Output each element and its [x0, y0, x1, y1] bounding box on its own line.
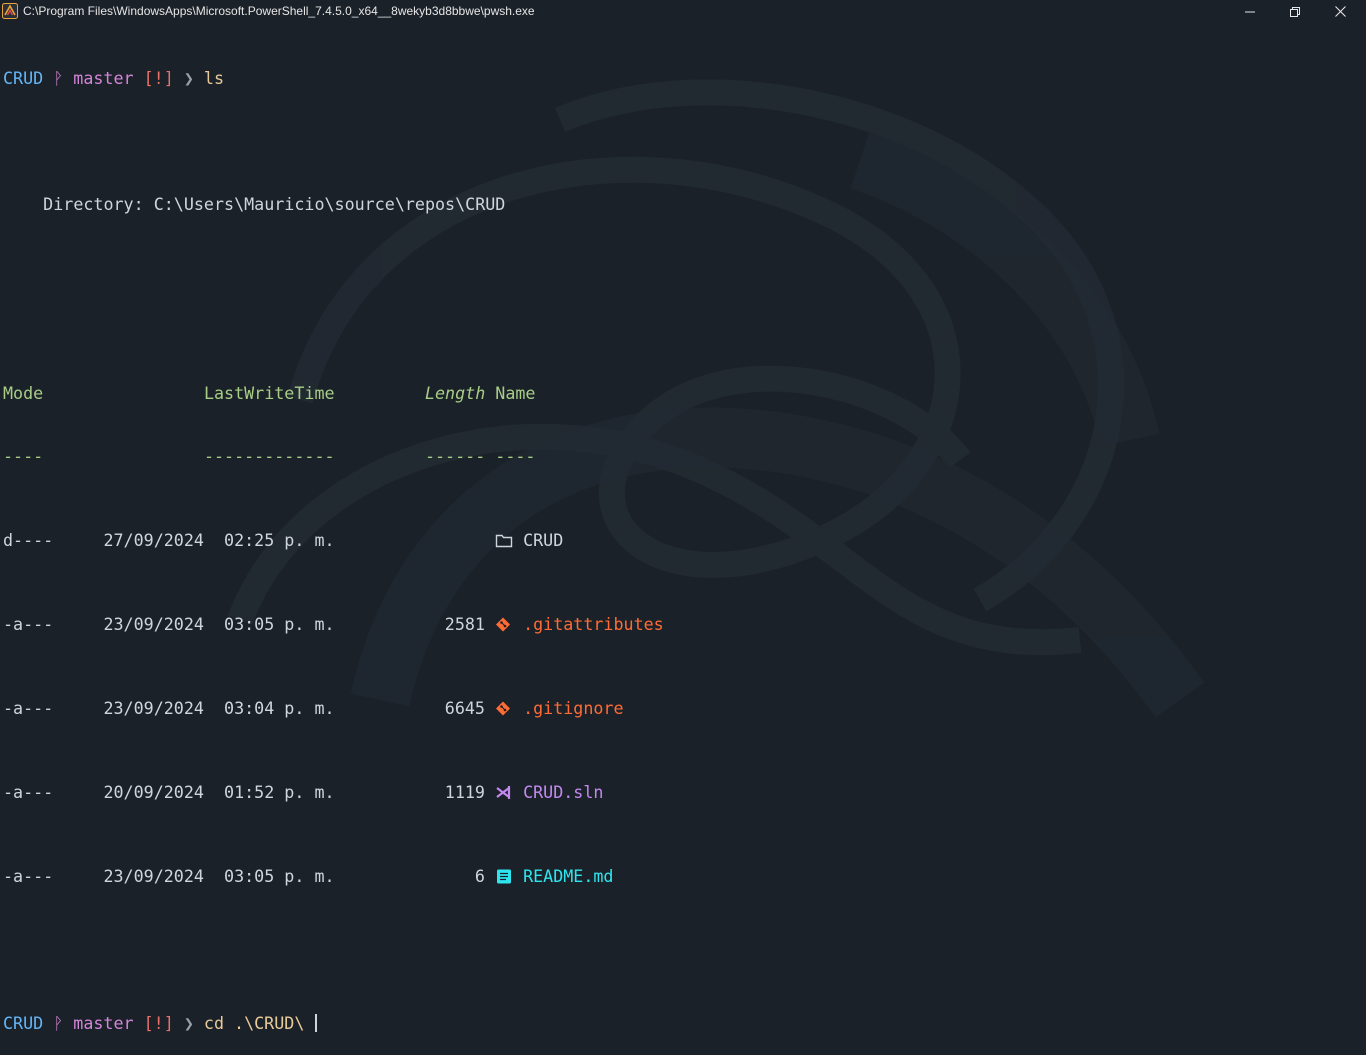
prompt-line[interactable]: CRUD ᚹ master [!] ❯ cd .\CRUD\ — [3, 1013, 664, 1034]
listing-row: -a--- 20/09/2024 01:52 p. m. 1119 CRUD.s… — [3, 782, 604, 802]
prompt-folder: CRUD — [3, 1013, 44, 1033]
command-text: ls — [203, 68, 224, 88]
file-name: CRUD.sln — [523, 782, 604, 802]
header-name: Name — [495, 383, 536, 403]
window-title: C:\Program Files\WindowsApps\Microsoft.P… — [23, 4, 535, 18]
readme-icon — [497, 869, 512, 884]
file-name: .gitignore — [523, 698, 624, 718]
text-cursor — [315, 1014, 318, 1032]
directory-label: Directory: — [3, 194, 154, 214]
git-branch-icon: ᚹ — [53, 1013, 64, 1033]
minimize-icon — [1244, 11, 1255, 12]
listing-row: -a--- 23/09/2024 03:05 p. m. 2581 .gitat… — [3, 614, 664, 634]
listing-header: Mode LastWriteTime Length Name — [3, 383, 664, 404]
prompt-arrow: ❯ — [183, 68, 194, 88]
git-icon — [496, 701, 511, 716]
header-length: Length — [424, 383, 486, 403]
minimize-button[interactable] — [1227, 0, 1272, 23]
close-button[interactable] — [1318, 0, 1363, 23]
maximize-button[interactable] — [1272, 0, 1317, 23]
prompt-branch: master — [73, 68, 134, 88]
powershell-icon — [2, 3, 18, 19]
file-name: CRUD — [523, 530, 564, 550]
close-icon — [1335, 6, 1346, 17]
prompt-folder: CRUD — [3, 68, 44, 88]
file-name: README.md — [523, 866, 614, 886]
terminal-output[interactable]: CRUD ᚹ master [!] ❯ ls Directory: C:\Use… — [3, 26, 664, 1055]
listing-row: -a--- 23/09/2024 03:04 p. m. 6645 .gitig… — [3, 698, 624, 718]
header-mode: Mode — [3, 383, 44, 403]
command-input[interactable]: cd .\CRUD\ — [204, 1013, 315, 1033]
restore-icon — [1289, 6, 1300, 17]
prompt-branch: master — [73, 1013, 134, 1033]
file-name: .gitattributes — [523, 614, 664, 634]
listing-row: -a--- 23/09/2024 03:05 p. m. 6 README.md — [3, 866, 614, 886]
folder-icon — [495, 534, 513, 548]
listing-underline: ---- ------------- ------ ---- — [3, 446, 536, 466]
directory-path: C:\Users\Mauricio\source\repos\CRUD — [153, 194, 506, 214]
git-icon — [496, 617, 511, 632]
git-branch-icon: ᚹ — [53, 68, 64, 88]
prompt-status: [!] — [143, 1013, 174, 1033]
listing-row: d---- 27/09/2024 02:25 p. m. CRUD — [3, 530, 564, 550]
visual-studio-icon — [496, 786, 511, 799]
header-lastwritetime: LastWriteTime — [203, 383, 335, 403]
prompt-status: [!] — [143, 68, 174, 88]
prompt-arrow: ❯ — [183, 1013, 194, 1033]
prompt-line: CRUD ᚹ master [!] ❯ ls — [3, 68, 664, 89]
title-bar: C:\Program Files\WindowsApps\Microsoft.P… — [0, 0, 1366, 23]
directory-line: Directory: C:\Users\Mauricio\source\repo… — [3, 194, 664, 215]
